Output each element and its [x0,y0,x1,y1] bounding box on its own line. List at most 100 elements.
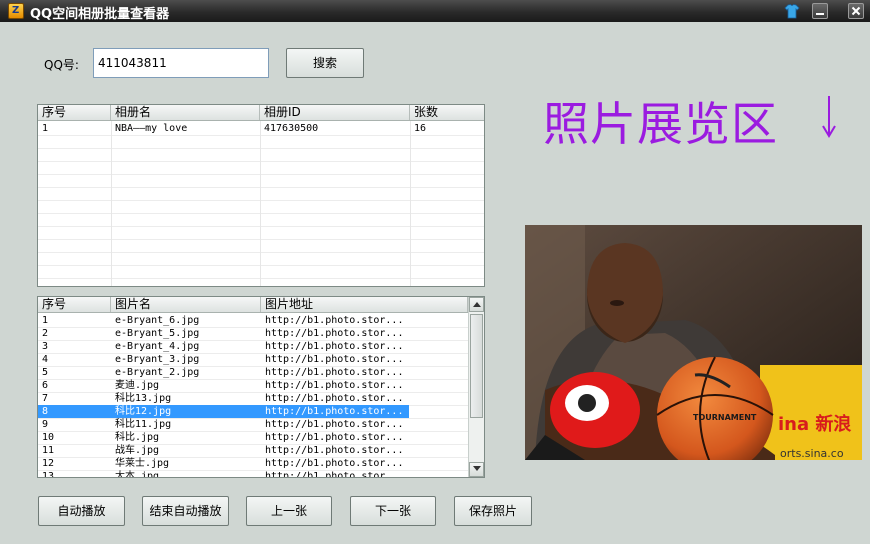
photo-row-name: 科比.jpg [115,432,160,443]
photo-row-index: 8 [38,405,111,418]
stop-autoplay-button[interactable]: 结束自动播放 [142,496,229,526]
album-grid-line [38,213,484,214]
photo-row[interactable]: 10 科比.jpg http://b1.photo.stor... [38,431,468,444]
photo-row-name: e-Bryant_4.jpg [115,341,200,352]
photo-row-name: e-Bryant_6.jpg [115,315,200,326]
scroll-thumb[interactable] [470,314,483,418]
gallery-title: 照片展览区 [543,97,778,151]
album-col-name[interactable]: 相册名 [111,105,260,120]
photo-row-url: http://b1.photo.stor... [265,419,404,430]
photo-row[interactable]: 13 大本.jpg http://b1.photo.stor... [38,470,468,478]
photo-row[interactable]: 9 科比11.jpg http://b1.photo.stor... [38,418,468,431]
photo-row-name: 大本.jpg [115,471,160,478]
qq-number-label: QQ号: [44,58,79,72]
album-grid-line [38,265,484,266]
photo-row-url: http://b1.photo.stor... [261,405,409,418]
photo-row-name: 科比12.jpg [111,405,261,418]
autoplay-button[interactable]: 自动播放 [38,496,125,526]
photo-row-index: 7 [42,393,49,404]
album-grid-line [38,200,484,201]
album-row[interactable]: 1 NBA——my love 417630500 16 [38,122,484,135]
scroll-down-icon [472,466,481,471]
photo-row-url: http://b1.photo.stor... [265,367,404,378]
album-row-index: 1 [42,123,49,134]
qq-number-input[interactable] [93,48,269,78]
photo-row[interactable]: 4 e-Bryant_3.jpg http://b1.photo.stor... [38,353,468,366]
app-logo-icon: Z [8,3,24,19]
photo-list-scrollbar[interactable] [468,297,484,477]
photo-col-name[interactable]: 图片名 [111,297,261,312]
photo-row-url: http://b1.photo.stor... [265,445,404,456]
album-row-id: 417630500 [264,123,319,134]
minimize-button[interactable] [812,3,828,19]
album-grid-line [38,278,484,279]
window-title: QQ空间相册批量查看器 [30,7,170,22]
photo-row-name: 科比13.jpg [115,393,172,404]
photo-row-index: 6 [42,380,49,391]
album-grid-line [38,239,484,240]
photo-row[interactable]: 12 华莱士.jpg http://b1.photo.stor... [38,457,468,470]
album-column-divider [410,121,411,286]
scroll-up-button[interactable] [469,297,484,312]
photo-row-name: e-Bryant_5.jpg [115,328,200,339]
photo-brand-text: TOURNAMENT [693,413,757,422]
photo-row[interactable]: 6 麦迪.jpg http://b1.photo.stor... [38,379,468,392]
photo-row-url: http://b1.photo.stor... [265,328,404,339]
close-icon [851,6,861,16]
photo-row-index: 3 [42,341,49,352]
album-list-header: 序号 相册名 相册ID 张数 [38,105,484,121]
photo-row-name: 华莱士.jpg [115,458,170,469]
photo-list[interactable]: 序号 图片名 图片地址 1 e-Bryant_6.jpg http://b1.pho… [37,296,485,478]
photo-row-url: http://b1.photo.stor... [265,458,404,469]
photo-row-index: 10 [42,432,55,443]
photo-row[interactable]: 3 e-Bryant_4.jpg http://b1.photo.stor... [38,340,468,353]
photo-row-url: http://b1.photo.stor... [265,471,404,478]
album-grid-line [38,226,484,227]
photo-row-index: 9 [42,419,49,430]
next-photo-button[interactable]: 下一张 [350,496,436,526]
minimize-icon [816,13,824,15]
album-grid-line [38,135,484,136]
photo-row[interactable]: 8 科比12.jpg http://b1.photo.stor... [38,405,468,418]
album-grid-line [38,187,484,188]
skin-shirt-icon[interactable] [784,3,800,19]
album-row-name: NBA——my love [115,123,188,134]
photo-row[interactable]: 5 e-Bryant_2.jpg http://b1.photo.stor... [38,366,468,379]
album-grid-line [38,252,484,253]
photo-row-url: http://b1.photo.stor... [265,380,404,391]
photo-row-url: http://b1.photo.stor... [265,393,404,404]
photo-row-name: 科比11.jpg [115,419,172,430]
album-list[interactable]: 序号 相册名 相册ID 张数 1 NBA——my love 417630500 … [37,104,485,287]
photo-row-url: http://b1.photo.stor... [265,315,404,326]
photo-sponsor-text: ina 新浪 [778,413,851,435]
album-col-index[interactable]: 序号 [38,105,111,120]
photo-display[interactable]: ina 新浪 orts.sina.co TOURNAMENT [525,225,862,460]
photo-col-url[interactable]: 图片地址 [261,297,468,312]
photo-row-name: 战车.jpg [115,445,160,456]
title-bar[interactable]: Z QQ空间相册批量查看器 [0,0,870,22]
photo-row[interactable]: 11 战车.jpg http://b1.photo.stor... [38,444,468,457]
photo-col-index[interactable]: 序号 [38,297,111,312]
close-button[interactable] [848,3,864,19]
photo-row-index: 1 [42,315,49,326]
album-grid-line [38,148,484,149]
photo-row-index: 2 [42,328,49,339]
scroll-down-button[interactable] [469,462,484,477]
down-arrow-icon [822,96,836,138]
photo-url-text: orts.sina.co [780,447,844,460]
previous-photo-button[interactable]: 上一张 [246,496,332,526]
photo-row[interactable]: 7 科比13.jpg http://b1.photo.stor... [38,392,468,405]
album-col-count[interactable]: 张数 [410,105,484,120]
photo-row[interactable]: 1 e-Bryant_6.jpg http://b1.photo.stor... [38,314,468,327]
search-button[interactable]: 搜索 [286,48,364,78]
photo-row-name: e-Bryant_2.jpg [115,367,200,378]
album-column-divider [260,121,261,286]
photo-row-index: 11 [42,445,55,456]
photo-row-url: http://b1.photo.stor... [265,341,404,352]
save-photo-button[interactable]: 保存照片 [454,496,532,526]
photo-list-header: 序号 图片名 图片地址 [38,297,468,313]
photo-row[interactable]: 2 e-Bryant_5.jpg http://b1.photo.stor... [38,327,468,340]
album-column-divider [111,121,112,286]
album-col-id[interactable]: 相册ID [260,105,410,120]
photo-row-name: e-Bryant_3.jpg [115,354,200,365]
